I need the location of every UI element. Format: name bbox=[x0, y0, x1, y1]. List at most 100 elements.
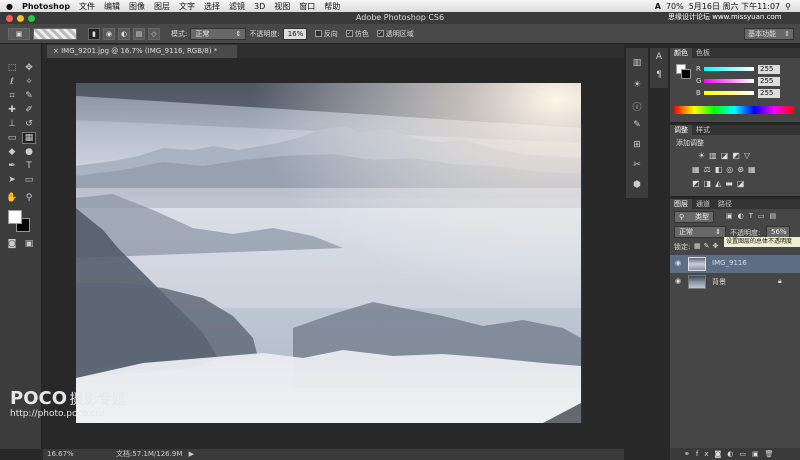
tab-color[interactable]: 颜色 bbox=[670, 48, 692, 58]
tool-presets-icon[interactable]: ✂ bbox=[630, 160, 644, 174]
status-arrow-icon[interactable]: ▶ bbox=[189, 450, 194, 458]
diamond-gradient-icon[interactable]: ◇ bbox=[148, 27, 160, 40]
crop-tool-icon[interactable]: ⌗ bbox=[5, 90, 19, 102]
tab-layers[interactable]: 图层 bbox=[670, 199, 692, 209]
path-selection-icon[interactable]: ➤ bbox=[5, 174, 19, 186]
eye-icon[interactable]: ◉ bbox=[675, 259, 681, 267]
g-value[interactable]: 255 bbox=[758, 77, 780, 86]
posterize-icon[interactable]: ◨ bbox=[704, 179, 716, 188]
stamp-tool-icon[interactable]: ⊥ bbox=[5, 118, 19, 130]
foreground-color-swatch[interactable] bbox=[8, 210, 22, 224]
photo-canvas[interactable] bbox=[43, 58, 624, 449]
threshold-icon[interactable]: ◭ bbox=[715, 179, 725, 188]
gradient-tool-icon[interactable]: ▦ bbox=[22, 132, 36, 144]
b-value[interactable]: 255 bbox=[758, 89, 780, 98]
linear-gradient-icon[interactable]: ▮ bbox=[88, 27, 100, 40]
smart-filter-icon[interactable]: ▤ bbox=[770, 212, 782, 220]
hand-tool-icon[interactable]: ✋ bbox=[5, 192, 19, 204]
b-slider[interactable] bbox=[704, 91, 754, 95]
tab-adjustments[interactable]: 调整 bbox=[670, 125, 692, 135]
magic-wand-icon[interactable]: ✧ bbox=[22, 76, 36, 88]
type-filter-icon[interactable]: T bbox=[749, 212, 758, 220]
adobe-icon[interactable]: A bbox=[655, 2, 661, 11]
menu-select[interactable]: 选择 bbox=[204, 1, 220, 12]
close-tab-icon[interactable]: × bbox=[53, 47, 59, 55]
menu-edit[interactable]: 编辑 bbox=[104, 1, 120, 12]
adjustment-filter-icon[interactable]: ◐ bbox=[738, 212, 749, 220]
quick-mask-icon[interactable]: ◙ bbox=[5, 238, 19, 250]
minimize-window-icon[interactable] bbox=[17, 15, 24, 22]
document-tab[interactable]: × IMG_9201.jpg @ 16.7% (IMG_9116, RGB/8)… bbox=[47, 45, 237, 58]
marquee-tool-icon[interactable]: ⬚ bbox=[5, 62, 19, 74]
character-panel-icon[interactable]: A bbox=[652, 52, 666, 66]
move-tool-icon[interactable]: ✥ bbox=[22, 62, 36, 74]
reflected-gradient-icon[interactable]: ▤ bbox=[133, 27, 145, 40]
photo-filter-icon[interactable]: ◎ bbox=[726, 165, 737, 174]
app-menu[interactable]: Photoshop bbox=[22, 2, 70, 11]
menu-layer[interactable]: 图层 bbox=[154, 1, 170, 12]
dither-checkbox[interactable]: ✓ bbox=[345, 30, 353, 37]
menu-3d[interactable]: 3D bbox=[254, 2, 265, 11]
radial-gradient-icon[interactable]: ◉ bbox=[103, 27, 115, 40]
canvas-area[interactable] bbox=[43, 58, 624, 449]
doc-size[interactable]: 文档:57.1M/126.9M bbox=[116, 450, 182, 458]
curves-icon[interactable]: ◪ bbox=[721, 151, 733, 160]
lock-pixels-icon[interactable]: ✎ bbox=[704, 242, 713, 250]
color-balance-icon[interactable]: ⚖ bbox=[704, 165, 715, 174]
rectangle-tool-icon[interactable]: ▭ bbox=[22, 174, 36, 186]
delete-layer-icon[interactable]: 🗑︎ bbox=[765, 450, 780, 458]
layer-kind-filter[interactable]: ⚲ 类型 bbox=[674, 211, 714, 223]
tab-paths[interactable]: 路径 bbox=[714, 199, 736, 209]
lock-transparent-icon[interactable]: ▦ bbox=[694, 242, 704, 250]
new-layer-icon[interactable]: ▣ bbox=[752, 450, 765, 458]
zoom-tool-icon[interactable]: ⚲ bbox=[22, 192, 36, 204]
gradient-map-icon[interactable]: ▬ bbox=[725, 179, 737, 188]
transparency-checkbox[interactable]: ✓ bbox=[376, 30, 384, 37]
menu-help[interactable]: 帮助 bbox=[324, 1, 340, 12]
add-mask-icon[interactable]: ◙ bbox=[714, 450, 727, 458]
screen-mode-icon[interactable]: ▣ bbox=[22, 238, 36, 250]
actions-panel-icon[interactable]: ☀ bbox=[630, 80, 644, 94]
eyedropper-icon[interactable]: ✎ bbox=[22, 90, 36, 102]
type-tool-icon[interactable]: T bbox=[22, 160, 36, 172]
link-layers-icon[interactable]: ⚭ bbox=[684, 450, 696, 458]
history-brush-icon[interactable]: ↺ bbox=[22, 118, 36, 130]
lookup-icon[interactable]: ▦ bbox=[748, 165, 760, 174]
blend-mode-select[interactable]: 正常 ⇕ bbox=[674, 226, 726, 238]
menu-type[interactable]: 文字 bbox=[179, 1, 195, 12]
new-group-icon[interactable]: ▭ bbox=[739, 450, 752, 458]
bw-icon[interactable]: ◧ bbox=[715, 165, 727, 174]
info-panel-icon[interactable]: ⓘ bbox=[630, 100, 644, 114]
exposure-icon[interactable]: ◩ bbox=[732, 151, 744, 160]
invert-icon[interactable]: ◩ bbox=[692, 179, 704, 188]
menu-view[interactable]: 视图 bbox=[274, 1, 290, 12]
mixer-icon[interactable]: ⊛ bbox=[737, 165, 748, 174]
g-slider[interactable] bbox=[704, 79, 754, 83]
hue-icon[interactable]: ▦ bbox=[692, 165, 704, 174]
lock-position-icon[interactable]: ✥ bbox=[713, 242, 722, 250]
mode-select[interactable]: 正常 ⇕ bbox=[190, 27, 247, 40]
dodge-tool-icon[interactable]: ● bbox=[22, 146, 36, 158]
pixel-filter-icon[interactable]: ▣ bbox=[726, 212, 738, 220]
reverse-checkbox[interactable] bbox=[314, 30, 322, 37]
new-adjustment-icon[interactable]: ◐ bbox=[727, 450, 739, 458]
brush-tool-icon[interactable]: ✐ bbox=[22, 104, 36, 116]
selective-color-icon[interactable]: ◪ bbox=[737, 179, 749, 188]
eye-icon[interactable]: ◉ bbox=[675, 277, 681, 285]
r-value[interactable]: 255 bbox=[758, 65, 780, 74]
fx-icon[interactable]: fx bbox=[696, 450, 715, 458]
zoom-level[interactable]: 16.67% bbox=[47, 450, 74, 458]
layer-name[interactable]: IMG_9116 bbox=[712, 259, 747, 267]
gradient-picker[interactable] bbox=[33, 27, 77, 40]
paragraph-panel-icon[interactable]: ¶ bbox=[652, 70, 666, 84]
lasso-tool-icon[interactable]: ℓ bbox=[5, 76, 19, 88]
tab-channels[interactable]: 通道 bbox=[692, 199, 714, 209]
tab-styles[interactable]: 样式 bbox=[692, 125, 714, 135]
datetime-text[interactable]: 5月16日 周六 下午11:07 bbox=[689, 1, 780, 12]
eraser-tool-icon[interactable]: ▭ bbox=[5, 132, 19, 144]
healing-brush-icon[interactable]: ✚ bbox=[5, 104, 19, 116]
close-window-icon[interactable] bbox=[6, 15, 13, 22]
clone-source-icon[interactable]: ⊞ bbox=[630, 140, 644, 154]
history-panel-icon[interactable]: ▥ bbox=[630, 58, 644, 72]
shape-filter-icon[interactable]: ▭ bbox=[758, 212, 770, 220]
